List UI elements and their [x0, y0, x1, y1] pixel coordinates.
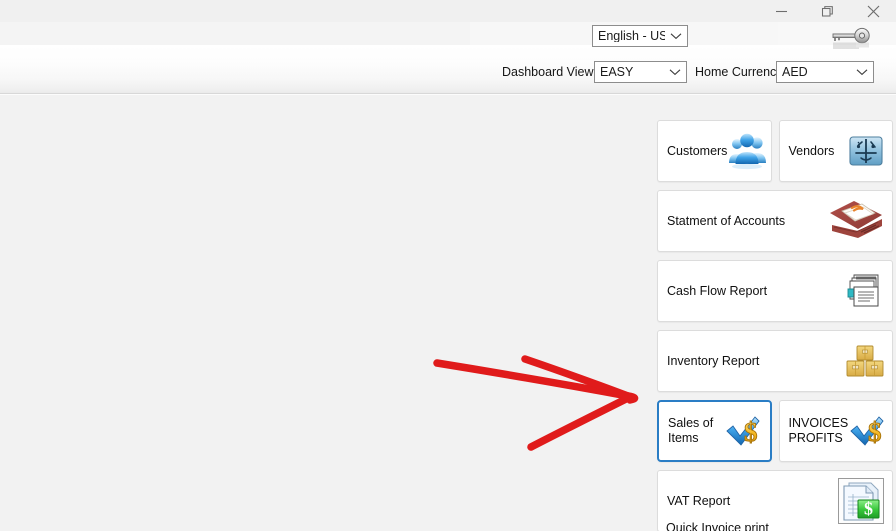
button-row: Statment of Accounts [657, 190, 893, 252]
dashboard-button-panel: Customers Vendors Statment of Accounts Cash… [657, 120, 893, 531]
window-controls [758, 0, 896, 22]
check-dollar-icon: $ [724, 414, 762, 448]
toolbar-upper-strip [0, 22, 896, 45]
folder-documents-icon [828, 199, 884, 243]
minimize-icon [775, 5, 788, 18]
dashboard-tile-sales-of-items[interactable]: Sales of Items $ [657, 400, 772, 462]
users-group-icon [726, 131, 770, 171]
restore-icon [821, 5, 834, 18]
dashboard-tile-statment-of-accounts[interactable]: Statment of Accounts [657, 190, 893, 252]
dashboard-tile-cash-flow-report[interactable]: Cash Flow Report [657, 260, 893, 322]
dashboard-tile-label: Statment of Accounts [667, 213, 786, 228]
home-currency-dropdown[interactable]: AED [776, 61, 874, 83]
button-row: Cash Flow Report [657, 260, 893, 322]
dashboard-tile-label: Customers [667, 143, 728, 158]
dashboard-tile-inventory-report[interactable]: Inventory Report [657, 330, 893, 392]
dashboard-tile-vendors[interactable]: Vendors [778, 120, 893, 182]
spreadsheet-dollar-icon: $ [838, 478, 884, 524]
application-window: English - US Dashboard View: EASY Home C… [0, 0, 896, 531]
language-dropdown-value: English - US [598, 29, 665, 43]
dashboard-view-dropdown[interactable]: EASY [594, 61, 687, 83]
dashboard-tile-label: INVOICES PROFITS [788, 416, 849, 445]
document-stack-icon [844, 272, 884, 310]
toolbar-segment-left [0, 22, 470, 45]
chevron-down-icon [851, 68, 873, 76]
boxes-icon [846, 343, 884, 379]
svg-text:$: $ [868, 417, 882, 447]
dashboard-tile-customers[interactable]: Customers [657, 120, 772, 182]
minimize-button[interactable] [758, 0, 804, 22]
home-currency-label: Home Currency: [695, 65, 786, 79]
quick-invoice-print-label[interactable]: Quick Invoice print [666, 521, 769, 531]
check-dollar-icon: $ [848, 414, 886, 448]
chevron-down-icon [665, 32, 687, 40]
dashboard-view-value: EASY [600, 65, 634, 79]
svg-text:$: $ [744, 417, 758, 447]
dashboard-tile-label: Cash Flow Report [667, 283, 768, 298]
button-row: Inventory Report [657, 330, 893, 392]
button-row: Sales of Items $ INVOICES PROFITS $ [657, 400, 893, 462]
close-button[interactable] [850, 0, 896, 22]
language-dropdown[interactable]: English - US [592, 25, 688, 47]
home-currency-value: AED [782, 65, 808, 79]
close-icon [866, 4, 881, 19]
button-row: Customers Vendors [657, 120, 893, 182]
dashboard-tile-invoices-profits[interactable]: INVOICES PROFITS $ [778, 400, 893, 462]
dashboard-tile-label: VAT Report [667, 493, 731, 508]
svg-text:$: $ [864, 499, 873, 519]
dashboard-view-label: Dashboard View: [502, 65, 597, 79]
title-bar [0, 0, 896, 22]
dashboard-tile-label: Inventory Report [667, 353, 760, 368]
dashboard-tile-label: Sales of Items [668, 416, 714, 445]
key-icon[interactable] [826, 24, 874, 52]
vendor-face-icon [848, 134, 884, 168]
dashboard-tile-label: Vendors [788, 143, 835, 158]
chevron-down-icon [664, 68, 686, 76]
restore-button[interactable] [804, 0, 850, 22]
